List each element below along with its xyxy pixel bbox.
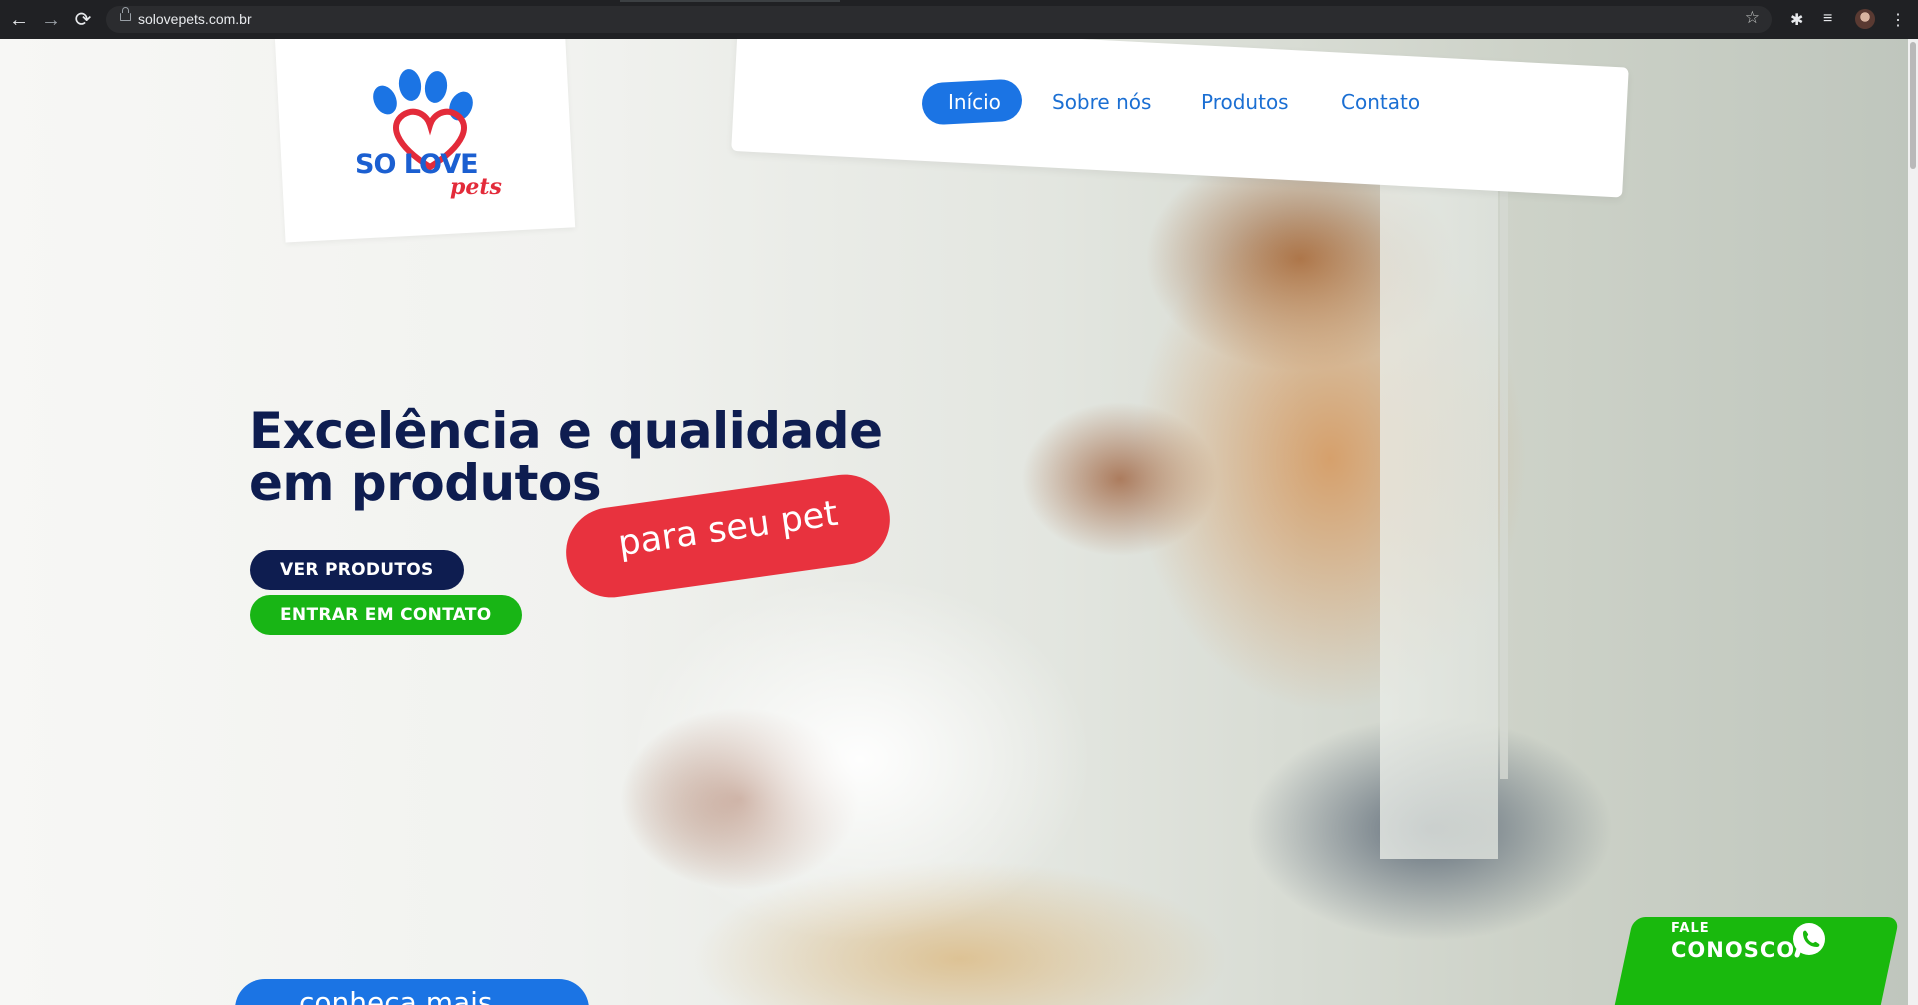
hero-headline-line1: Excelência e qualidade: [249, 402, 883, 460]
browser-toolbar: ← → ⟳ solovepets.com.br ☆ ✱ ≡ ⋮: [0, 0, 1918, 39]
whatsapp-label-small: FALE: [1671, 921, 1710, 936]
lock-icon: [120, 7, 131, 21]
so-love-pets-logo[interactable]: SO LOVE pets: [355, 57, 515, 207]
whatsapp-label-big: CONOSCO: [1671, 938, 1796, 962]
media-control-icon[interactable]: ≡: [1823, 10, 1832, 28]
window-frame: [1380, 159, 1498, 859]
whatsapp-icon: [1793, 923, 1825, 958]
paw-toe-icon: [422, 69, 450, 105]
url-text[interactable]: solovepets.com.br: [138, 10, 252, 29]
tab-indicator: [620, 0, 840, 2]
contact-button[interactable]: ENTRAR EM CONTATO: [250, 595, 522, 635]
forward-arrow-icon[interactable]: →: [39, 8, 63, 32]
nav-item-sobre-nos[interactable]: Sobre nós: [1052, 90, 1151, 114]
page-scrollbar[interactable]: [1908, 39, 1918, 1005]
scrollbar-thumb[interactable]: [1910, 42, 1916, 169]
view-products-button[interactable]: VER PRODUTOS: [250, 550, 464, 590]
logo-subtitle: pets: [450, 174, 502, 200]
back-arrow-icon[interactable]: ←: [7, 8, 31, 32]
hero-headline-line2: em produtos: [249, 454, 602, 512]
learn-more-button[interactable]: conheça mais: [235, 979, 589, 1005]
window-frame-edge: [1500, 159, 1508, 779]
bookmark-star-icon[interactable]: ☆: [1745, 8, 1760, 28]
browser-menu-icon[interactable]: ⋮: [1890, 10, 1906, 30]
paw-toe-icon: [396, 67, 424, 103]
nav-item-contato[interactable]: Contato: [1341, 90, 1420, 114]
page-viewport: SO LOVE pets Início Sobre nós Produtos C…: [0, 39, 1908, 1005]
arrow-right-icon: →: [500, 994, 522, 1005]
reload-icon[interactable]: ⟳: [71, 8, 95, 32]
nav-item-inicio[interactable]: Início: [948, 90, 1001, 114]
extensions-icon[interactable]: ✱: [1790, 10, 1803, 30]
nav-item-produtos[interactable]: Produtos: [1201, 90, 1289, 114]
profile-avatar[interactable]: [1855, 9, 1875, 29]
address-bar[interactable]: solovepets.com.br ☆: [106, 6, 1772, 33]
